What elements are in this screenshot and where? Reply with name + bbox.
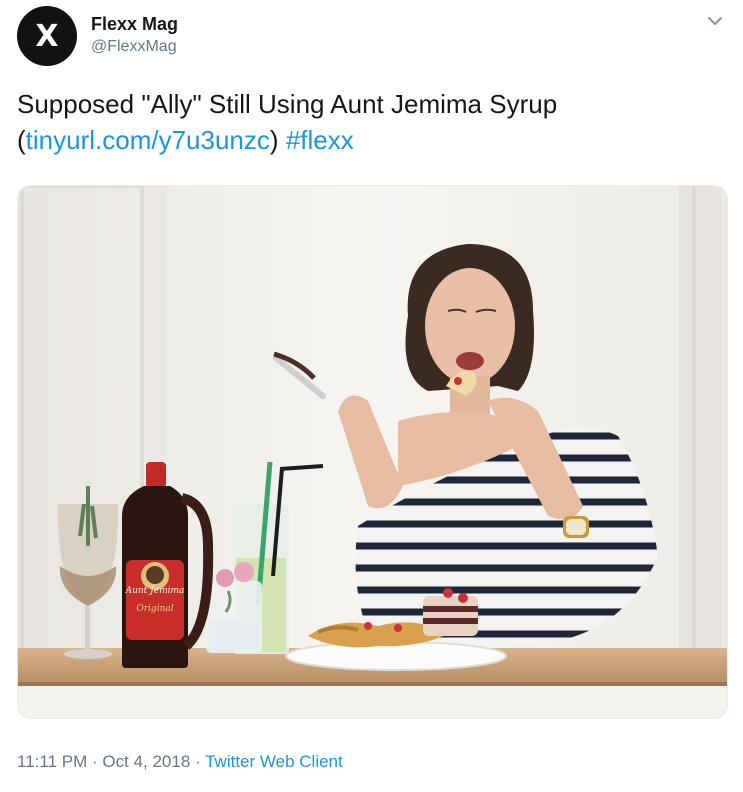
avatar[interactable]: X <box>17 6 77 66</box>
bottle-label-variant: Original <box>136 604 174 614</box>
tweet-meta: 11:11 PM · Oct 4, 2018 · Twitter Web Cli… <box>17 752 343 772</box>
tweet-photo[interactable]: Aunt Jemima Original <box>17 185 728 719</box>
bottle-label-brand: Aunt Jemima <box>125 586 185 596</box>
photo-illustration <box>18 186 727 718</box>
tweet-text-main: Supposed "Ally" Still Using Aunt Jemima … <box>17 89 558 119</box>
hashtag-link[interactable]: #flexx <box>286 125 354 155</box>
bottle-label: Aunt Jemima Original <box>124 586 186 614</box>
paren-open: ( <box>17 125 26 155</box>
avatar-letter: X <box>35 18 59 54</box>
chevron-down-icon[interactable] <box>704 10 726 32</box>
tweet-text: Supposed "Ally" Still Using Aunt Jemima … <box>17 86 717 158</box>
display-name[interactable]: Flexx Mag <box>91 14 178 35</box>
tweet-client[interactable]: Twitter Web Client <box>205 752 343 771</box>
tweet-time[interactable]: 11:11 PM <box>17 752 87 771</box>
meta-separator: · <box>91 752 98 771</box>
tweet-link[interactable]: tinyurl.com/y7u3unzc <box>26 125 270 155</box>
meta-separator: · <box>195 752 201 771</box>
bottle-cap <box>146 462 166 488</box>
paren-close: ) <box>269 125 279 155</box>
user-handle[interactable]: @FlexxMag <box>91 38 177 56</box>
tweet-date[interactable]: Oct 4, 2018 <box>102 752 190 771</box>
